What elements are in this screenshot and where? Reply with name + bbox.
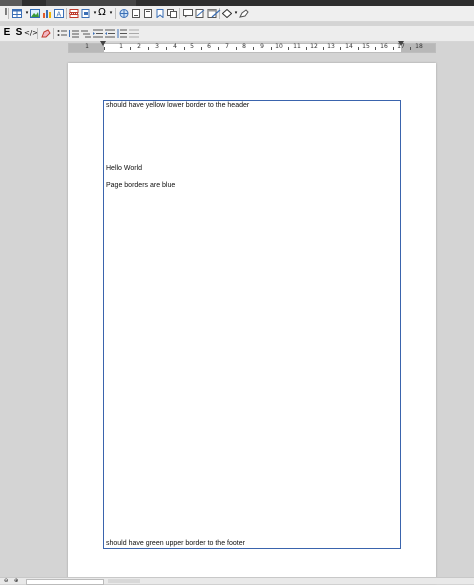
ruler-number: 14 bbox=[345, 43, 353, 50]
hyperlink-icon[interactable] bbox=[118, 7, 130, 19]
ruler-number: 5 bbox=[190, 43, 194, 50]
ruler-tick bbox=[410, 47, 411, 50]
ruler-number: 11 bbox=[293, 43, 301, 50]
ruler-number: 15 bbox=[362, 43, 370, 50]
ruler-number: 13 bbox=[327, 43, 335, 50]
ruler-tick bbox=[104, 47, 105, 50]
chart-icon[interactable] bbox=[41, 7, 53, 19]
ruler-number: 10 bbox=[275, 43, 283, 50]
ruler-tick bbox=[340, 47, 341, 50]
header-text[interactable]: should have yellow lower border to the h… bbox=[106, 102, 249, 109]
zoom-out-icon[interactable]: ⊖ bbox=[4, 579, 8, 584]
horizontal-ruler[interactable]: 1 1 2 3 4 5 6 7 8 9 10 11 12 13 14 15 16 17 18 bbox=[68, 43, 436, 53]
comment-icon[interactable] bbox=[182, 7, 194, 19]
toolbar-separator bbox=[179, 8, 180, 19]
paragraph-style-icon[interactable] bbox=[40, 27, 52, 39]
toolbar-separator bbox=[115, 8, 116, 19]
toolbar-separator bbox=[37, 28, 38, 39]
style-e-button[interactable]: E bbox=[1, 27, 13, 39]
ruler-tick bbox=[288, 47, 289, 50]
bookmark-icon[interactable] bbox=[154, 7, 166, 19]
indent-increase-icon[interactable] bbox=[104, 27, 116, 39]
hello-world-text[interactable]: Hello World bbox=[106, 165, 142, 172]
zoom-in-icon[interactable]: ⊕ bbox=[14, 579, 18, 584]
toolbar-separator bbox=[66, 8, 67, 19]
textbox-icon[interactable]: A bbox=[53, 7, 65, 19]
more-options-icon[interactable] bbox=[128, 27, 140, 39]
ruler-tick bbox=[253, 47, 254, 50]
svg-text:A: A bbox=[57, 11, 62, 18]
ruler-number: 2 bbox=[137, 43, 141, 50]
bullets-icon[interactable] bbox=[56, 27, 68, 39]
ruler-tick bbox=[184, 47, 185, 50]
indent-decrease-icon[interactable] bbox=[92, 27, 104, 39]
ruler-tick bbox=[306, 47, 307, 50]
ruler-tick bbox=[393, 47, 394, 50]
track-changes-icon[interactable] bbox=[194, 7, 206, 19]
footnote-icon[interactable] bbox=[130, 7, 142, 19]
ruler-tick bbox=[130, 47, 131, 50]
ruler-number: 1 bbox=[85, 43, 89, 50]
right-indent-marker[interactable] bbox=[398, 41, 404, 46]
ruler-tick bbox=[358, 47, 359, 50]
left-indent-marker[interactable] bbox=[100, 41, 106, 46]
footer-text[interactable]: should have green upper border to the fo… bbox=[106, 540, 245, 547]
toolbar-separator bbox=[53, 28, 54, 39]
ruler-number: 16 bbox=[380, 43, 388, 50]
formatting-toolbar: E S </> bbox=[0, 26, 474, 42]
ruler-tick bbox=[323, 47, 324, 50]
ruler-number: 1 bbox=[119, 43, 123, 50]
ruler-tick bbox=[271, 47, 272, 50]
line-spacing-icon[interactable] bbox=[116, 27, 128, 39]
ruler-number: 3 bbox=[155, 43, 159, 50]
ruler-number: 6 bbox=[207, 43, 211, 50]
ruler-tick bbox=[236, 47, 237, 50]
page-break-icon[interactable] bbox=[68, 7, 80, 19]
ruler-number: 7 bbox=[225, 43, 229, 50]
ruler-tick bbox=[166, 47, 167, 50]
code-button[interactable]: </> bbox=[24, 27, 38, 39]
cross-ref-icon[interactable] bbox=[166, 7, 178, 19]
toolbar-separator bbox=[8, 8, 9, 19]
page-border bbox=[103, 100, 401, 549]
outline-icon[interactable] bbox=[80, 27, 92, 39]
ruler-number: 8 bbox=[242, 43, 246, 50]
ruler-tick bbox=[375, 47, 376, 50]
page-borders-text[interactable]: Page borders are blue bbox=[106, 182, 175, 189]
ruler-number: 4 bbox=[173, 43, 177, 50]
endnote-icon[interactable] bbox=[142, 7, 154, 19]
draw-icon[interactable] bbox=[238, 7, 250, 19]
ruler-tick bbox=[148, 47, 149, 50]
ruler-tick bbox=[218, 47, 219, 50]
page-selector[interactable] bbox=[26, 579, 104, 585]
numbering-icon[interactable] bbox=[68, 27, 80, 39]
ruler-number: 18 bbox=[415, 43, 423, 50]
scroll-track[interactable] bbox=[108, 579, 140, 583]
ruler-number: 9 bbox=[260, 43, 264, 50]
image-icon[interactable] bbox=[29, 7, 41, 19]
ruler-number: 12 bbox=[310, 43, 318, 50]
ruler-tick bbox=[201, 47, 202, 50]
insert-toolbar: I ▾ A ▾ Ω ▾ ▾ bbox=[0, 6, 474, 22]
